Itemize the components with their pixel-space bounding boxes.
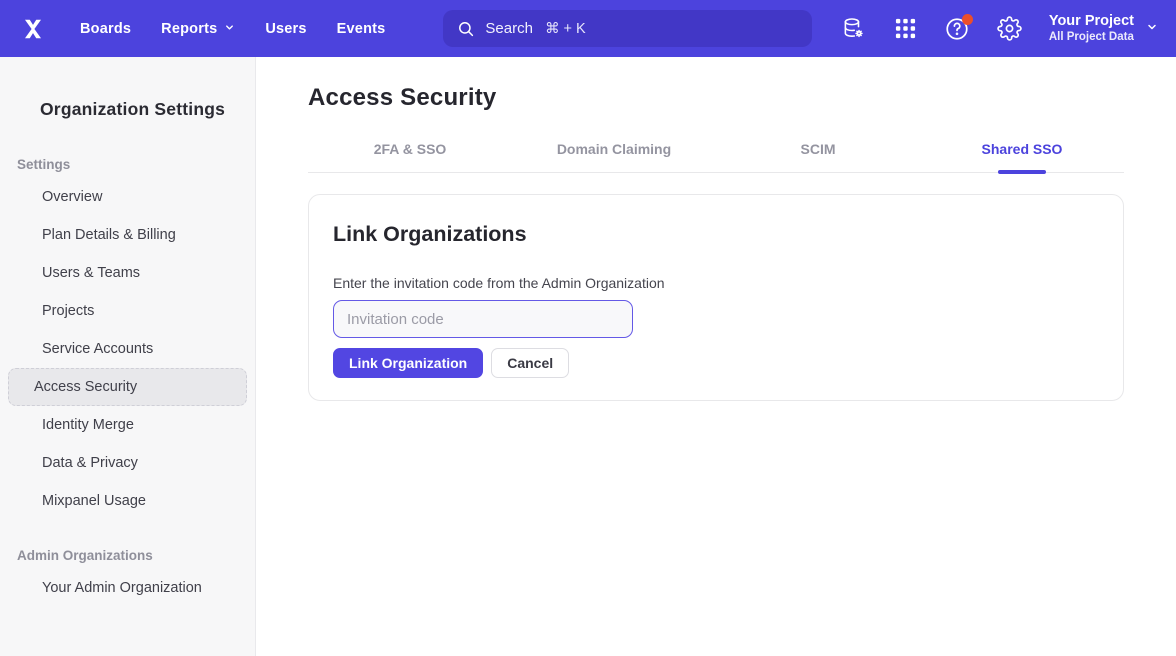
body: Organization Settings Settings Overview … <box>0 57 1176 656</box>
invitation-code-label: Enter the invitation code from the Admin… <box>333 275 1099 291</box>
settings-gear-icon[interactable] <box>996 15 1023 42</box>
help-icon[interactable] <box>944 15 971 42</box>
page-title: Access Security <box>308 84 1124 112</box>
cancel-button[interactable]: Cancel <box>491 348 569 378</box>
search-input[interactable]: Search ⌘ + K <box>443 10 812 47</box>
sidebar: Organization Settings Settings Overview … <box>0 57 256 656</box>
tab-scim[interactable]: SCIM <box>716 141 920 172</box>
topbar: Boards Reports Users Events Search ⌘ + K <box>0 0 1176 57</box>
link-organization-button[interactable]: Link Organization <box>333 348 483 378</box>
top-navigation: Boards Reports Users Events <box>80 21 385 37</box>
nav-boards[interactable]: Boards <box>80 21 131 37</box>
sidebar-section-admin-organizations: Admin Organizations <box>0 548 255 563</box>
chevron-down-icon <box>224 21 235 37</box>
project-dataset: All Project Data <box>1049 30 1134 44</box>
sidebar-item-overview[interactable]: Overview <box>8 178 247 216</box>
notification-dot <box>962 14 973 25</box>
topbar-icons <box>840 15 1023 42</box>
search-shortcut: ⌘ + K <box>545 21 586 37</box>
apps-grid-icon[interactable] <box>892 15 919 42</box>
project-selector[interactable]: Your Project All Project Data <box>1049 12 1158 45</box>
search-placeholder: Search <box>485 20 533 37</box>
tab-shared-sso[interactable]: Shared SSO <box>920 141 1124 172</box>
nav-events[interactable]: Events <box>337 21 386 37</box>
search-icon <box>457 20 475 38</box>
nav-reports-label: Reports <box>161 21 217 37</box>
page: Boards Reports Users Events Search ⌘ + K <box>0 0 1176 656</box>
sidebar-item-projects[interactable]: Projects <box>8 292 247 330</box>
data-settings-icon[interactable] <box>840 15 867 42</box>
link-organizations-card: Link Organizations Enter the invitation … <box>308 194 1124 401</box>
nav-reports[interactable]: Reports <box>161 21 235 37</box>
tab-domain-claiming[interactable]: Domain Claiming <box>512 141 716 172</box>
sidebar-item-plan-details-billing[interactable]: Plan Details & Billing <box>8 216 247 254</box>
sidebar-item-data-privacy[interactable]: Data & Privacy <box>8 444 247 482</box>
sidebar-item-your-admin-organization[interactable]: Your Admin Organization <box>8 569 247 607</box>
project-name: Your Project <box>1049 12 1134 30</box>
nav-users[interactable]: Users <box>265 21 306 37</box>
sidebar-title: Organization Settings <box>0 99 255 120</box>
tab-bar: 2FA & SSO Domain Claiming SCIM Shared SS… <box>308 141 1124 173</box>
sidebar-section-settings: Settings <box>0 157 255 172</box>
sidebar-item-identity-merge[interactable]: Identity Merge <box>8 406 247 444</box>
sidebar-item-mixpanel-usage[interactable]: Mixpanel Usage <box>8 482 247 520</box>
card-title: Link Organizations <box>333 222 1099 247</box>
button-row: Link Organization Cancel <box>333 348 1099 378</box>
sidebar-item-access-security[interactable]: Access Security <box>8 368 247 406</box>
tab-2fa-sso[interactable]: 2FA & SSO <box>308 141 512 172</box>
main-content: Access Security 2FA & SSO Domain Claimin… <box>256 57 1176 656</box>
sidebar-item-users-teams[interactable]: Users & Teams <box>8 254 247 292</box>
sidebar-item-service-accounts[interactable]: Service Accounts <box>8 330 247 368</box>
invitation-code-input[interactable] <box>333 300 633 338</box>
mixpanel-logo-icon[interactable] <box>20 16 46 42</box>
chevron-down-icon <box>1146 20 1158 38</box>
